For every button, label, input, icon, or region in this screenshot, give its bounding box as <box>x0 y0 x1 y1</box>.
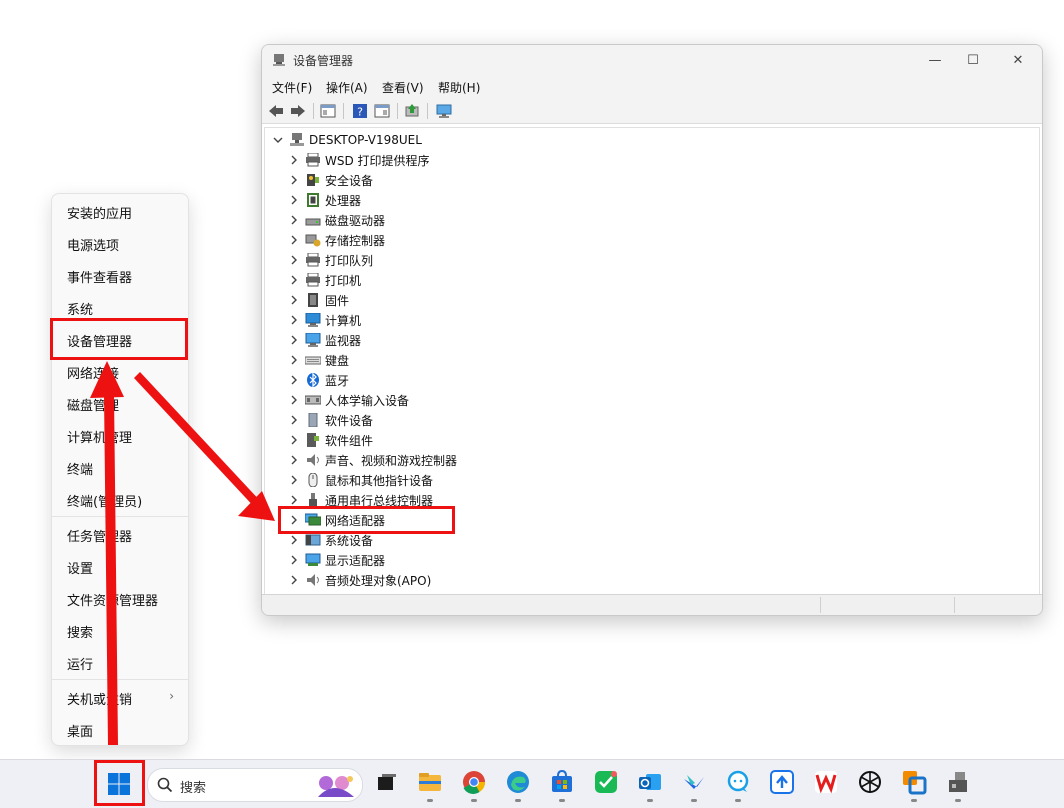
wechat-icon[interactable] <box>593 769 619 795</box>
vmware-icon[interactable] <box>901 769 927 795</box>
arrow-to-device-manager <box>90 361 124 745</box>
qq-icon[interactable] <box>725 769 751 795</box>
chrome-icon[interactable] <box>461 769 487 795</box>
outlook-icon[interactable] <box>637 769 663 795</box>
search-highlight-illustration-icon <box>314 771 358 799</box>
usb-device-icon[interactable] <box>945 769 971 795</box>
running-indicator <box>559 799 565 802</box>
search-icon <box>157 777 173 793</box>
running-indicator <box>955 799 961 802</box>
running-indicator <box>515 799 521 802</box>
search-placeholder: 搜索 <box>180 781 207 796</box>
feishu-icon[interactable] <box>681 769 707 795</box>
file-explorer-icon[interactable] <box>417 769 443 795</box>
wps-icon[interactable] <box>813 769 839 795</box>
start-button-highlight <box>94 760 145 806</box>
running-indicator <box>911 799 917 802</box>
running-indicator <box>471 799 477 802</box>
chatgpt-icon[interactable] <box>857 769 883 795</box>
running-indicator <box>691 799 697 802</box>
running-indicator <box>735 799 741 802</box>
arrow-to-network-adapter <box>134 372 275 521</box>
taskbar-search-box[interactable]: 搜索 <box>147 768 363 802</box>
task-view-icon[interactable] <box>374 769 400 795</box>
edge-icon[interactable] <box>505 769 531 795</box>
tencent-meeting-icon[interactable] <box>769 769 795 795</box>
annotation-arrows <box>90 361 275 745</box>
running-indicator <box>427 799 433 802</box>
running-indicator <box>647 799 653 802</box>
microsoft-store-icon[interactable] <box>549 769 575 795</box>
